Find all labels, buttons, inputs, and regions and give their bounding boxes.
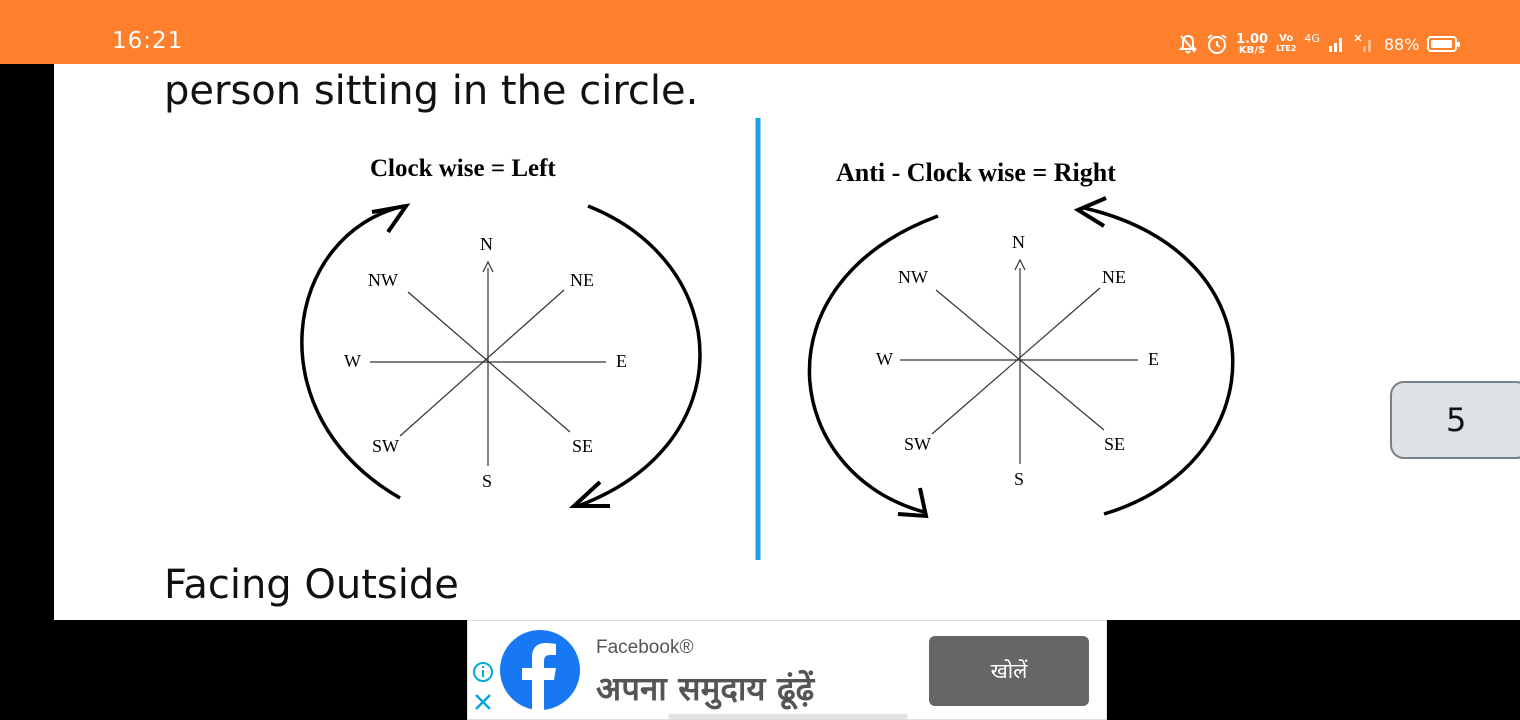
- label-ne: NE: [1102, 267, 1126, 287]
- document-page[interactable]: person sitting in the circle. Clock wise…: [54, 64, 1520, 620]
- right-arc-down-arrow: [577, 204, 702, 508]
- label-e: E: [1148, 349, 1159, 369]
- volte-indicator: Vo LTE2: [1276, 33, 1297, 54]
- network-type: 4G: [1304, 32, 1320, 45]
- ad-banner[interactable]: Facebook® अपना समुदाय ढूंढ़ें खोलें: [467, 620, 1107, 720]
- compass-line-ne-sw: [931, 287, 1101, 435]
- left-arc-down-arrow: [807, 214, 939, 514]
- label-sw: SW: [372, 436, 399, 456]
- label-nw: NW: [898, 267, 928, 287]
- home-indicator[interactable]: [668, 714, 908, 719]
- clockwise-title: Clock wise = Left: [370, 155, 556, 182]
- label-n: N: [1012, 232, 1025, 252]
- page-number-button[interactable]: 5: [1390, 381, 1520, 459]
- battery-percent: 88%: [1383, 34, 1420, 54]
- section-heading: Facing Outside: [164, 562, 459, 608]
- label-nw: NW: [368, 270, 398, 290]
- status-icons: 1.00 KB/S Vo LTE2 4G 88%: [1178, 30, 1461, 58]
- battery-icon: [1427, 36, 1461, 52]
- anticlockwise-diagram: Anti - Clock wise = Right N NW NE W E SW…: [807, 158, 1235, 519]
- compass-line-ne-sw: [399, 289, 565, 437]
- label-w: W: [876, 349, 893, 369]
- status-bar: 16:21 1.00 KB/S Vo LTE2 4G 88%: [0, 0, 1520, 64]
- signal-icon: [1328, 38, 1342, 52]
- label-ne: NE: [570, 270, 594, 290]
- mute-bell-icon: [1178, 34, 1198, 54]
- label-s: S: [482, 471, 492, 491]
- arrow-head-icon: [371, 203, 411, 234]
- facebook-logo-icon[interactable]: [500, 630, 580, 710]
- ad-open-button[interactable]: खोलें: [929, 636, 1089, 706]
- label-n: N: [480, 234, 493, 254]
- label-w: W: [344, 351, 361, 371]
- label-e: E: [616, 351, 627, 371]
- label-se: SE: [1104, 434, 1125, 454]
- direction-diagram: Clock wise = Left N NW NE W E SW SE S An…: [300, 118, 1235, 560]
- label-se: SE: [572, 436, 593, 456]
- network-speed: 1.00 KB/S: [1236, 31, 1269, 56]
- label-sw: SW: [904, 434, 931, 454]
- no-signal-icon: [1354, 34, 1371, 52]
- ad-close-icon[interactable]: [472, 691, 494, 713]
- status-time: 16:21: [112, 28, 184, 54]
- ad-brand: Facebook®: [596, 637, 694, 658]
- ad-info-icon[interactable]: [472, 661, 494, 683]
- label-s: S: [1014, 469, 1024, 489]
- clockwise-diagram: Clock wise = Left N NW NE W E SW SE S: [300, 155, 702, 508]
- ad-headline: अपना समुदाय ढूंढ़ें: [596, 669, 815, 708]
- alarm-icon: [1207, 34, 1227, 54]
- anticlockwise-title: Anti - Clock wise = Right: [836, 158, 1116, 187]
